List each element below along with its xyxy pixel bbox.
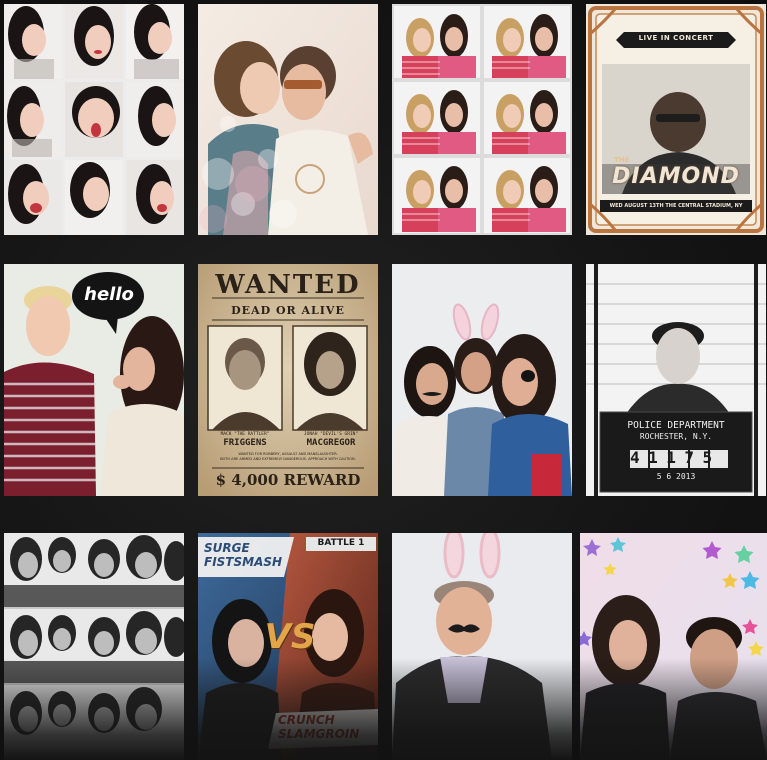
tile-bunny-man[interactable] [392, 533, 572, 760]
hello-bubble-text: hello [84, 284, 134, 305]
wanted-reward: $ 4,000 REWARD [215, 471, 361, 489]
battle-right-name-1: CRUNCH [278, 713, 335, 727]
battle-left-name-2: FISTSMASH [204, 555, 283, 569]
tile-kiss-photo[interactable] [198, 4, 378, 235]
wanted-fine-print-1: WANTED FOR ROBBERY, ASSAULT AND MANSLAUG… [238, 452, 338, 456]
tile-wanted-poster[interactable]: WANTED DEAD OR ALIVE MACK "THE RATTLER" … [198, 264, 378, 496]
battle-vs: VS [264, 617, 316, 657]
wanted-title: WANTED [215, 270, 361, 300]
mugshot-date: 5 6 2013 [656, 472, 696, 481]
photo-gallery: LIVE IN CONCERT THE DIAMOND WED AUGUST 1… [0, 0, 767, 760]
tile-selfie-collage[interactable] [4, 4, 184, 235]
wanted-right-alias: JONAH "DEVIL'S GRIN" [303, 432, 359, 437]
concert-title: DIAMOND [612, 164, 740, 189]
tile-bw-collage[interactable] [4, 533, 184, 760]
mugshot-number: 41175 [630, 448, 721, 467]
tile-bunny-ears[interactable] [392, 264, 572, 496]
mugshot-dept: POLICE DEPARTMENT [627, 420, 725, 431]
tile-concert-poster[interactable]: LIVE IN CONCERT THE DIAMOND WED AUGUST 1… [586, 4, 766, 235]
tile-photobooth-strip[interactable] [392, 4, 572, 235]
wanted-left-alias: MACK "THE RATTLER" [220, 432, 270, 437]
tile-battle-poster[interactable]: BATTLE 1 SURGE FISTSMASH VS CRUNCH SLAMG… [198, 533, 378, 760]
battle-tag: BATTLE 1 [317, 538, 365, 548]
wanted-subtitle: DEAD OR ALIVE [231, 304, 345, 317]
concert-prefix: THE [614, 156, 630, 164]
tile-hello-bubble[interactable]: hello [4, 264, 184, 496]
tile-mugshot[interactable]: POLICE DEPARTMENT ROCHESTER, N.Y. 41175 … [586, 264, 766, 496]
wanted-left-name: FRIGGENS [223, 438, 267, 448]
wanted-right-name: MACGREGOR [306, 438, 356, 448]
wanted-fine-print-2: BOTH ARE ARMED AND EXTREMELY DANGEROUS. … [220, 457, 356, 461]
concert-footer: WED AUGUST 13TH THE CENTRAL STADIUM, NY [609, 203, 743, 209]
concert-banner-text: LIVE IN CONCERT [638, 34, 714, 42]
mugshot-city: ROCHESTER, N.Y. [639, 432, 713, 441]
battle-right-name-2: SLAMGROIN [278, 727, 360, 741]
tile-stars-frame[interactable] [580, 533, 767, 760]
battle-left-name-1: SURGE [204, 541, 250, 555]
